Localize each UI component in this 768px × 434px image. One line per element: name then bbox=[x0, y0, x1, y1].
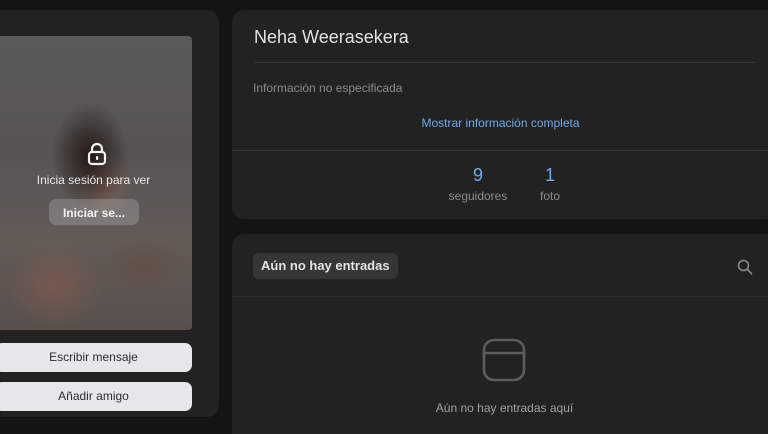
lock-icon bbox=[86, 142, 108, 171]
followers-label: seguidores bbox=[448, 189, 508, 203]
empty-posts-message: Aún no hay entradas aquí bbox=[435, 401, 574, 415]
login-prompt-text: Inicia sesión para ver bbox=[36, 173, 151, 187]
photos-count: 1 bbox=[544, 165, 555, 185]
posts-tab[interactable]: Aún no hay entradas bbox=[253, 253, 398, 279]
info-not-specified: Información no especificada bbox=[253, 81, 403, 95]
posts-card: Aún no hay entradas Aún no hay entradas … bbox=[232, 234, 768, 434]
empty-posts-icon bbox=[482, 338, 526, 387]
divider bbox=[232, 296, 768, 297]
show-full-info-link[interactable]: Mostrar información completa bbox=[232, 116, 768, 130]
profile-name: Neha Weerasekera bbox=[254, 27, 409, 47]
login-button[interactable]: Iniciar se... bbox=[49, 199, 139, 225]
followers-count: 9 bbox=[472, 165, 483, 185]
profile-info-card: Neha Weerasekera Información no especifi… bbox=[232, 10, 768, 219]
write-message-button[interactable]: Escribir mensaje bbox=[0, 343, 192, 372]
divider bbox=[232, 150, 768, 151]
profile-photo-card: Inicia sesión para ver Iniciar se... Esc… bbox=[0, 10, 219, 417]
followers-stat[interactable]: 9 seguidores bbox=[444, 165, 512, 203]
photos-stat[interactable]: 1 foto bbox=[532, 165, 568, 203]
search-icon[interactable] bbox=[737, 259, 753, 280]
add-friend-button[interactable]: Añadir amigo bbox=[0, 382, 192, 411]
profile-photo[interactable]: Inicia sesión para ver Iniciar se... bbox=[0, 36, 192, 330]
photos-label: foto bbox=[539, 189, 560, 203]
divider bbox=[254, 62, 755, 63]
